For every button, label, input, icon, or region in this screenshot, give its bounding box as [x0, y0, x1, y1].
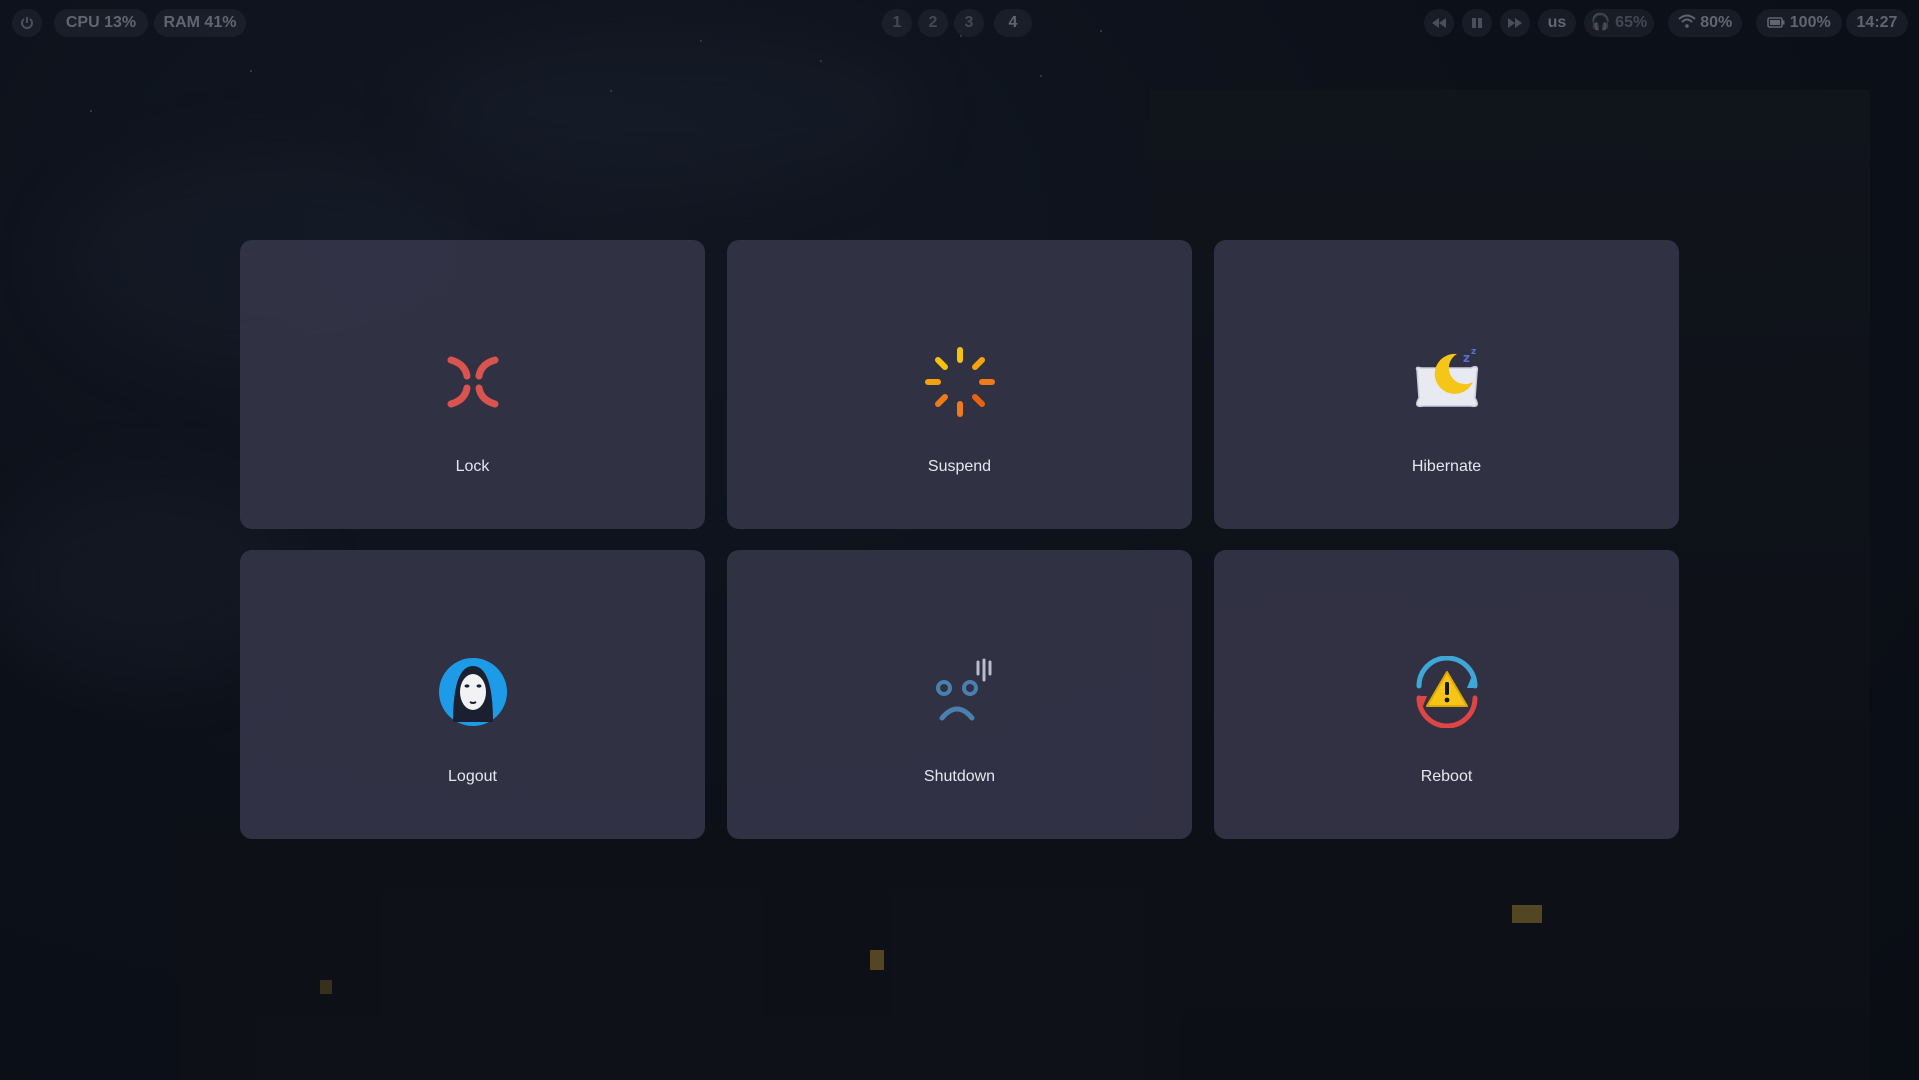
wifi-indicator[interactable]: 80%	[1668, 9, 1742, 37]
battery-icon	[1767, 14, 1789, 31]
hibernate-label: Hibernate	[1411, 458, 1482, 475]
shutdown-button[interactable]: Shutdown	[727, 550, 1192, 839]
hibernate-button[interactable]: z z Hibernate	[1214, 240, 1679, 529]
logout-label: Logout	[448, 768, 497, 785]
cpu-usage: CPU 13%	[54, 9, 148, 37]
workspace-4[interactable]: 4	[994, 9, 1032, 37]
workspace-1[interactable]: 1	[882, 9, 912, 37]
shutdown-label: Shutdown	[923, 768, 996, 785]
svg-text:z: z	[1471, 347, 1476, 357]
suspend-label: Suspend	[927, 458, 992, 475]
keyboard-layout[interactable]: us	[1538, 9, 1576, 37]
reboot-button[interactable]: Reboot	[1214, 550, 1679, 839]
workspace-3[interactable]: 3	[954, 9, 984, 37]
suspend-sparkle-icon	[924, 346, 996, 418]
power-icon[interactable]	[12, 9, 42, 37]
suspend-button[interactable]: Suspend	[727, 240, 1192, 529]
lock-anger-icon	[437, 346, 509, 418]
media-prev-icon[interactable]	[1424, 9, 1454, 37]
clock: 14:27	[1846, 9, 1908, 37]
volume-indicator[interactable]: 🎧 65%	[1584, 9, 1654, 37]
svg-text:z: z	[1463, 351, 1470, 365]
power-menu: Lock Suspend z z Hibernate Logout Shutdo…	[240, 240, 1679, 840]
wifi-value: 80%	[1700, 14, 1733, 31]
lock-label: Lock	[455, 458, 490, 475]
logout-button[interactable]: Logout	[240, 550, 705, 839]
headphones-icon: 🎧	[1590, 14, 1611, 31]
battery-indicator[interactable]: 100%	[1756, 9, 1842, 37]
media-next-icon[interactable]	[1500, 9, 1530, 37]
shutdown-face-icon	[924, 656, 996, 728]
logout-mask-icon	[437, 656, 509, 728]
hibernate-moon-pillow-icon: z z	[1411, 346, 1483, 418]
workspace-2[interactable]: 2	[918, 9, 948, 37]
wifi-icon	[1678, 14, 1700, 31]
battery-value: 100%	[1789, 14, 1831, 31]
lock-button[interactable]: Lock	[240, 240, 705, 529]
reboot-warning-icon	[1411, 655, 1483, 729]
media-play-icon[interactable]	[1462, 9, 1492, 37]
volume-value: 65%	[1615, 14, 1648, 31]
ram-usage: RAM 41%	[154, 9, 246, 37]
top-status-bar: CPU 13% RAM 41% 1 2 3 4 us 🎧 65% 80% 100…	[0, 0, 1919, 46]
reboot-label: Reboot	[1420, 768, 1473, 785]
